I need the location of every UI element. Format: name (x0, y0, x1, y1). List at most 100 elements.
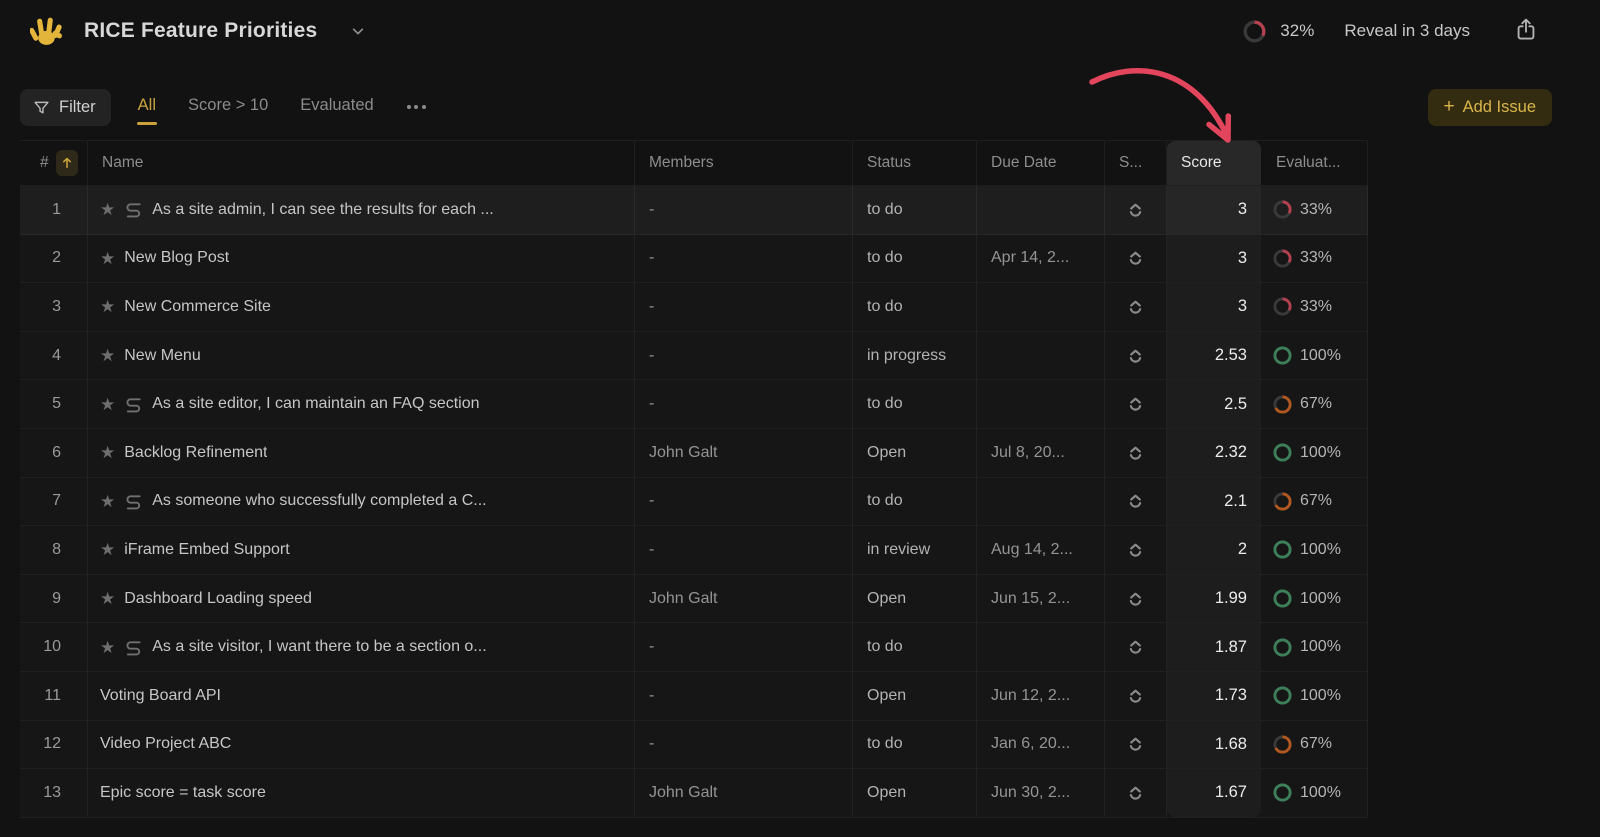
star-icon[interactable]: ★ (100, 541, 115, 558)
score-value[interactable]: 3 (1167, 283, 1261, 331)
sync-cell[interactable] (1105, 623, 1167, 671)
tab-score-gt-10[interactable]: Score > 10 (187, 90, 269, 125)
due-date-value[interactable] (977, 623, 1105, 671)
table-row[interactable]: 4 ★ New Menu - in progress 2.53 100% (20, 332, 1368, 381)
table-row[interactable]: 3 ★ New Commerce Site - to do 3 33% (20, 283, 1368, 332)
name-cell[interactable]: ★ Dashboard Loading speed (88, 575, 635, 623)
sync-cell[interactable] (1105, 283, 1167, 331)
status-value[interactable]: Open (853, 429, 977, 477)
members-value[interactable]: - (635, 380, 853, 428)
sync-cell[interactable] (1105, 769, 1167, 817)
table-row[interactable]: 8 ★ iFrame Embed Support - in review Aug… (20, 526, 1368, 575)
evaluation-cell[interactable]: 100% (1262, 575, 1368, 623)
score-value[interactable]: 2.5 (1167, 380, 1261, 428)
sync-cell[interactable] (1105, 186, 1167, 234)
status-value[interactable]: to do (853, 478, 977, 526)
evaluation-cell[interactable]: 100% (1262, 332, 1368, 380)
members-value[interactable]: John Galt (635, 575, 853, 623)
status-value[interactable]: to do (853, 235, 977, 283)
sync-cell[interactable] (1105, 672, 1167, 720)
members-value[interactable]: John Galt (635, 769, 853, 817)
score-value[interactable]: 2.53 (1167, 332, 1261, 380)
status-value[interactable]: in progress (853, 332, 977, 380)
table-row[interactable]: 11 ★ Voting Board API - Open Jun 12, 2..… (20, 672, 1368, 721)
due-date-value[interactable] (977, 283, 1105, 331)
score-value[interactable]: 1.68 (1167, 721, 1261, 769)
status-value[interactable]: to do (853, 721, 977, 769)
star-icon[interactable]: ★ (100, 493, 115, 510)
sync-cell[interactable] (1105, 575, 1167, 623)
evaluation-cell[interactable]: 100% (1262, 672, 1368, 720)
star-icon[interactable]: ★ (100, 639, 115, 656)
sort-ascending-icon[interactable] (56, 150, 78, 176)
table-row[interactable]: 9 ★ Dashboard Loading speed John Galt Op… (20, 575, 1368, 624)
reveal-progress-ring[interactable] (1243, 20, 1266, 43)
evaluation-cell[interactable]: 67% (1262, 380, 1368, 428)
sync-cell[interactable] (1105, 478, 1167, 526)
members-value[interactable]: - (635, 283, 853, 331)
name-cell[interactable]: ★ As a site editor, I can maintain an FA… (88, 380, 635, 428)
name-cell[interactable]: ★ As someone who successfully completed … (88, 478, 635, 526)
due-date-value[interactable]: Jul 8, 20... (977, 429, 1105, 477)
members-value[interactable]: - (635, 186, 853, 234)
status-value[interactable]: to do (853, 380, 977, 428)
name-cell[interactable]: ★ Voting Board API (88, 672, 635, 720)
column-header-evaluation[interactable]: Evaluat... (1262, 141, 1368, 185)
due-date-value[interactable]: Jan 6, 20... (977, 721, 1105, 769)
due-date-value[interactable] (977, 380, 1105, 428)
name-cell[interactable]: ★ Video Project ABC (88, 721, 635, 769)
tab-all[interactable]: All (137, 90, 157, 125)
star-icon[interactable]: ★ (100, 298, 115, 315)
sync-cell[interactable] (1105, 380, 1167, 428)
due-date-value[interactable]: Jun 12, 2... (977, 672, 1105, 720)
members-value[interactable]: - (635, 623, 853, 671)
column-header-sync[interactable]: S... (1105, 141, 1167, 185)
members-value[interactable]: - (635, 526, 853, 574)
members-value[interactable]: John Galt (635, 429, 853, 477)
name-cell[interactable]: ★ New Blog Post (88, 235, 635, 283)
star-icon[interactable]: ★ (100, 590, 115, 607)
column-header-status[interactable]: Status (853, 141, 977, 185)
due-date-value[interactable] (977, 332, 1105, 380)
table-row[interactable]: 6 ★ Backlog Refinement John Galt Open Ju… (20, 429, 1368, 478)
table-row[interactable]: 2 ★ New Blog Post - to do Apr 14, 2... 3… (20, 235, 1368, 284)
score-value[interactable]: 3 (1167, 235, 1261, 283)
due-date-value[interactable]: Aug 14, 2... (977, 526, 1105, 574)
members-value[interactable]: - (635, 721, 853, 769)
score-value[interactable]: 1.73 (1167, 672, 1261, 720)
table-row[interactable]: 13 ★ Epic score = task score John Galt O… (20, 769, 1368, 818)
more-filters-icon[interactable] (401, 99, 432, 115)
evaluation-cell[interactable]: 100% (1262, 769, 1368, 817)
name-cell[interactable]: ★ Backlog Refinement (88, 429, 635, 477)
star-icon[interactable]: ★ (100, 347, 115, 364)
table-row[interactable]: 7 ★ As someone who successfully complete… (20, 478, 1368, 527)
status-value[interactable]: Open (853, 575, 977, 623)
evaluation-cell[interactable]: 100% (1262, 623, 1368, 671)
score-value[interactable]: 1.67 (1167, 769, 1261, 817)
table-row[interactable]: 1 ★ As a site admin, I can see the resul… (20, 186, 1368, 235)
sync-cell[interactable] (1105, 235, 1167, 283)
sync-cell[interactable] (1105, 526, 1167, 574)
add-issue-button[interactable]: + Add Issue (1428, 89, 1553, 126)
evaluation-cell[interactable]: 33% (1262, 235, 1368, 283)
column-header-number[interactable]: # (20, 141, 88, 185)
score-value[interactable]: 1.99 (1167, 575, 1261, 623)
table-row[interactable]: 12 ★ Video Project ABC - to do Jan 6, 20… (20, 721, 1368, 770)
status-value[interactable]: in review (853, 526, 977, 574)
score-value[interactable]: 2.1 (1167, 478, 1261, 526)
name-cell[interactable]: ★ As a site visitor, I want there to be … (88, 623, 635, 671)
due-date-value[interactable]: Jun 15, 2... (977, 575, 1105, 623)
name-cell[interactable]: ★ New Commerce Site (88, 283, 635, 331)
chevron-down-icon[interactable] (351, 24, 365, 38)
evaluation-cell[interactable]: 67% (1262, 721, 1368, 769)
star-icon[interactable]: ★ (100, 250, 115, 267)
evaluation-cell[interactable]: 67% (1262, 478, 1368, 526)
column-header-due-date[interactable]: Due Date (977, 141, 1105, 185)
members-value[interactable]: - (635, 332, 853, 380)
star-icon[interactable]: ★ (100, 396, 115, 413)
evaluation-cell[interactable]: 33% (1262, 186, 1368, 234)
members-value[interactable]: - (635, 672, 853, 720)
evaluation-cell[interactable]: 100% (1262, 526, 1368, 574)
status-value[interactable]: to do (853, 283, 977, 331)
members-value[interactable]: - (635, 235, 853, 283)
